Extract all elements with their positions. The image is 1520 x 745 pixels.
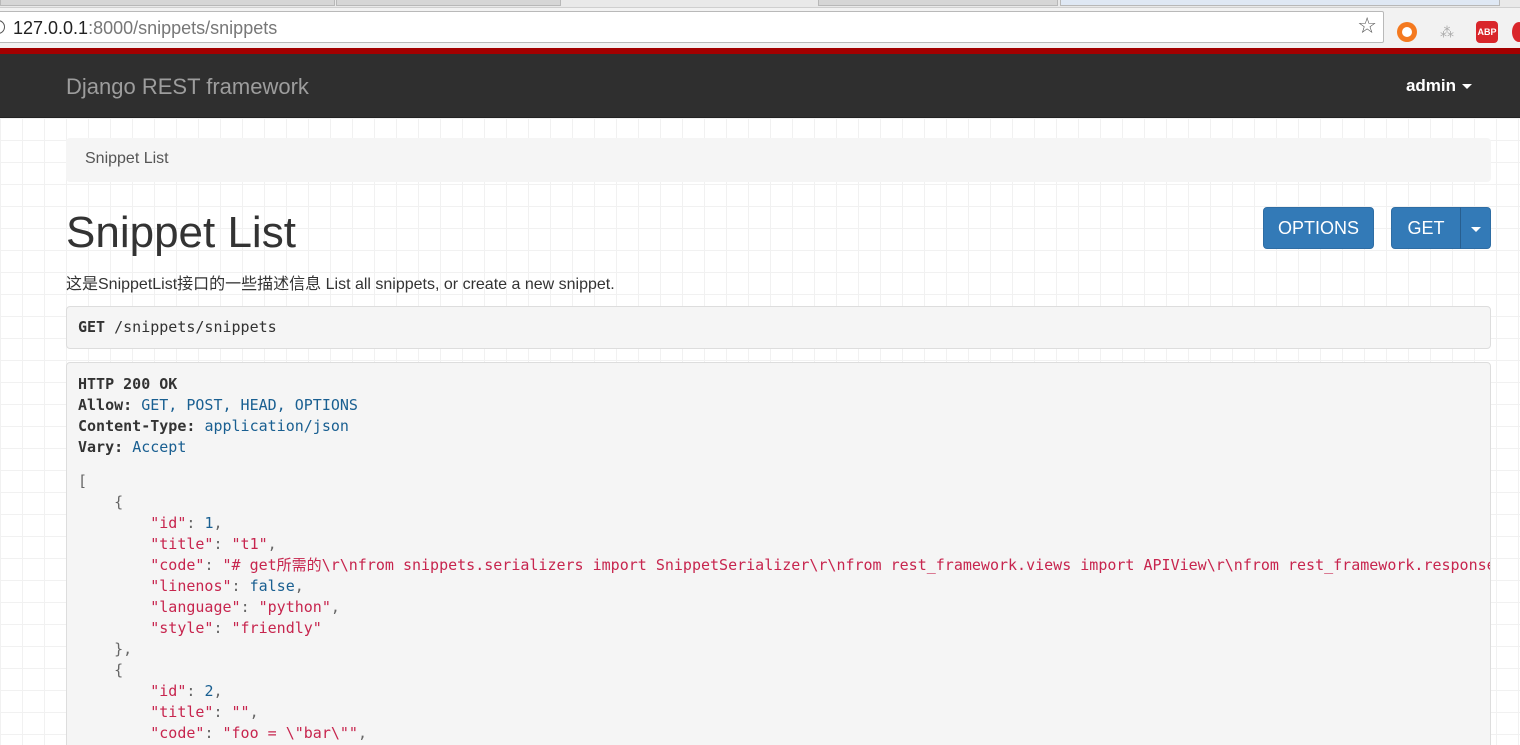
json-value: "friendly"	[231, 619, 322, 637]
browser-tab[interactable]	[818, 0, 1058, 6]
json-open-bracket: [	[78, 471, 1479, 492]
breadcrumb-item: Snippet List	[85, 150, 169, 167]
json-colon: :	[186, 682, 205, 700]
json-key: "linenos"	[150, 577, 232, 595]
json-field: "linenos": false,	[78, 576, 1479, 597]
json-key: "id"	[150, 682, 187, 700]
browser-tab[interactable]	[336, 0, 561, 6]
response-info: HTTP 200 OK Allow: GET, POST, HEAD, OPTIO…	[66, 362, 1491, 745]
json-brace: {	[78, 493, 124, 511]
json-value: "python"	[258, 598, 331, 616]
browser-tab[interactable]	[1060, 0, 1500, 6]
json-field: "id": 1,	[78, 513, 1479, 534]
json-value: false	[249, 577, 295, 595]
get-button[interactable]: GET	[1391, 207, 1461, 249]
json-colon: :	[204, 556, 223, 574]
response-header: Content-Type: application/json	[78, 416, 1479, 437]
json-colon: :	[231, 577, 250, 595]
adblock-plus-icon[interactable]: ABP	[1476, 21, 1498, 43]
json-comma: ,	[294, 577, 304, 595]
user-name: admin	[1405, 76, 1456, 95]
json-comma: ,	[267, 535, 277, 553]
page-info-icon[interactable]	[0, 20, 5, 34]
json-comma: ,	[213, 514, 223, 532]
json-value: "# get所需的\r\nfrom snippets.serializers i…	[222, 556, 1491, 574]
json-field: "style": "friendly"	[78, 618, 1479, 639]
extension-sitemap-icon[interactable]: ⁂	[1437, 22, 1457, 42]
json-comma: ,	[357, 724, 367, 742]
get-format-dropdown-toggle[interactable]	[1460, 207, 1491, 249]
json-brace: },	[78, 640, 133, 658]
json-key: "id"	[150, 514, 187, 532]
json-value: ""	[231, 703, 250, 721]
caret-down-icon	[1462, 84, 1472, 90]
user-menu[interactable]: admin	[1406, 76, 1472, 96]
navbar-brand[interactable]: Django REST framework	[66, 74, 309, 100]
json-key: "code"	[150, 556, 205, 574]
caret-down-icon	[1470, 226, 1481, 232]
status-text: HTTP 200 OK	[78, 375, 178, 393]
json-colon: :	[213, 619, 232, 637]
json-colon: :	[186, 514, 205, 532]
main-content: Snippet List Snippet List OPTIONS GET 这是…	[0, 118, 1520, 745]
json-field: "title": "",	[78, 702, 1479, 723]
header-name: Vary:	[78, 438, 124, 456]
url-host: 127.0.0.1	[13, 18, 89, 38]
json-key: "title"	[150, 535, 214, 553]
json-colon: :	[204, 724, 223, 742]
json-field: "code": "# get所需的\r\nfrom snippets.seria…	[78, 555, 1490, 576]
json-field: "code": "foo = \"bar\"",	[78, 723, 1479, 744]
json-field: "title": "t1",	[78, 534, 1479, 555]
json-comma: ,	[330, 598, 340, 616]
extension-orange-icon[interactable]	[1397, 22, 1417, 42]
json-value: "foo = \"bar\""	[222, 724, 358, 742]
json-bracket: [	[78, 472, 88, 490]
json-comma: ,	[249, 703, 259, 721]
browser-tab[interactable]	[0, 0, 335, 6]
json-comma: ,	[213, 682, 223, 700]
json-key: "language"	[150, 598, 241, 616]
request-method: GET	[78, 318, 106, 336]
url-path: :8000/snippets/snippets	[88, 18, 278, 38]
browser-toolbar: 127.0.0.1:8000/snippets/snippets ☆ ⁂ ABP	[0, 8, 1520, 48]
endpoint-description: 这是SnippetList接口的一些描述信息 List all snippets…	[66, 276, 615, 293]
json-object-open: {	[78, 492, 1479, 513]
url-text[interactable]: 127.0.0.1:8000/snippets/snippets	[13, 18, 277, 39]
json-key: "code"	[150, 724, 205, 742]
json-object-open: {	[78, 660, 1479, 681]
request-path: /snippets/snippets	[114, 318, 277, 336]
navbar: Django REST framework admin	[0, 54, 1520, 118]
browser-tab-strip	[0, 0, 1520, 8]
json-value: "t1"	[231, 535, 268, 553]
options-button[interactable]: OPTIONS	[1263, 207, 1374, 249]
json-key: "style"	[150, 619, 214, 637]
json-object-close: },	[78, 639, 1479, 660]
header-value: Accept	[132, 438, 187, 456]
json-colon: :	[213, 703, 232, 721]
json-field: "id": 2,	[78, 681, 1479, 702]
json-colon: :	[213, 535, 232, 553]
page-title: Snippet List	[66, 208, 296, 257]
json-brace: {	[78, 661, 124, 679]
address-bar[interactable]: 127.0.0.1:8000/snippets/snippets ☆	[0, 11, 1384, 43]
request-info: GET /snippets/snippets	[66, 306, 1491, 349]
header-name: Content-Type:	[78, 417, 196, 435]
extension-red-icon[interactable]	[1512, 22, 1520, 42]
json-key: "title"	[150, 703, 214, 721]
json-colon: :	[240, 598, 259, 616]
response-header: Vary: Accept	[78, 437, 1479, 458]
response-header: Allow: GET, POST, HEAD, OPTIONS	[78, 395, 1479, 416]
breadcrumb: Snippet List	[66, 138, 1491, 182]
header-name: Allow:	[78, 396, 133, 414]
bookmark-star-icon[interactable]: ☆	[1357, 15, 1377, 37]
response-status: HTTP 200 OK	[78, 374, 1479, 395]
header-value: GET, POST, HEAD, OPTIONS	[141, 396, 358, 414]
json-field: "language": "python",	[78, 597, 1479, 618]
header-value: application/json	[204, 417, 349, 435]
